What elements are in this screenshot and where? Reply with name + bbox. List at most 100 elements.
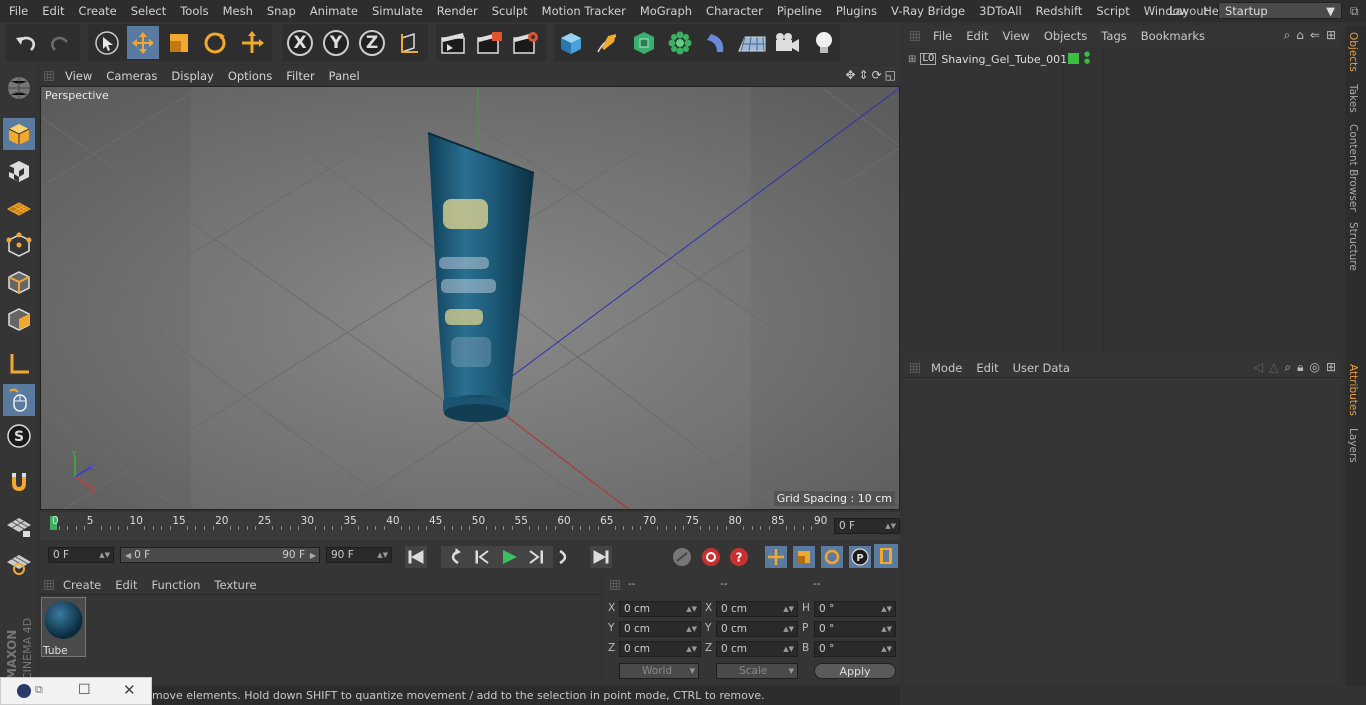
pan-view-icon[interactable]: ✥: [845, 68, 855, 82]
panel-gripper[interactable]: [910, 363, 920, 373]
material-menu-create[interactable]: Create: [56, 578, 108, 592]
panel-gripper[interactable]: [44, 71, 54, 81]
menu-mograph[interactable]: MoGraph: [633, 4, 699, 18]
coord-pos-z-field[interactable]: 0 cm ▲▼: [619, 641, 701, 657]
coord-pos-y-field[interactable]: 0 cm ▲▼: [619, 621, 701, 637]
back-arrow-icon[interactable]: ◁: [1254, 360, 1263, 375]
make-editable-button[interactable]: [3, 72, 35, 104]
attribute-menu-user-data[interactable]: User Data: [1006, 361, 1077, 375]
object-menu-file[interactable]: File: [926, 29, 959, 43]
coord-mode-world-dropdown[interactable]: World ▼: [619, 663, 699, 679]
viewport-menu-filter[interactable]: Filter: [279, 69, 321, 83]
live-selection-button[interactable]: [91, 26, 123, 59]
up-arrow-icon[interactable]: △: [1269, 360, 1278, 375]
object-menu-edit[interactable]: Edit: [959, 29, 995, 43]
menu-render[interactable]: Render: [430, 4, 485, 18]
render-picture-viewer-button[interactable]: [473, 26, 505, 59]
transform-tool-button[interactable]: [236, 26, 268, 59]
material-swatch-tube[interactable]: Tube: [41, 597, 86, 657]
axis-x-button[interactable]: X: [284, 26, 316, 59]
maximize-view-icon[interactable]: ◱: [885, 68, 896, 82]
tab-structure[interactable]: Structure: [1347, 222, 1359, 271]
material-menu-function[interactable]: Function: [145, 578, 208, 592]
new-window-icon[interactable]: ⊞: [1326, 360, 1336, 375]
menu-vray-bridge[interactable]: V-Ray Bridge: [884, 4, 972, 18]
render-settings-button[interactable]: [509, 26, 541, 59]
viewport-menu-view[interactable]: View: [58, 69, 99, 83]
planar-workplane-button[interactable]: [3, 547, 35, 579]
layout-dropdown[interactable]: Startup ▼: [1218, 2, 1342, 19]
menu-select[interactable]: Select: [124, 4, 173, 18]
current-frame-field[interactable]: 0 F ▲▼: [834, 518, 900, 534]
cloner-button[interactable]: [664, 26, 696, 59]
coord-size-y-field[interactable]: 0 cm ▲▼: [716, 621, 798, 637]
edges-mode-button[interactable]: [3, 266, 35, 298]
menu-file[interactable]: File: [2, 4, 35, 18]
texture-mode-button[interactable]: [3, 155, 35, 187]
search-icon[interactable]: ⌕: [1284, 360, 1291, 375]
end-frame-field[interactable]: 90 F ▲▼: [326, 547, 392, 563]
material-menu-texture[interactable]: Texture: [207, 578, 263, 592]
viewport-perspective[interactable]: Y Z X Perspective Grid Spacing : 10 cm: [40, 86, 900, 510]
maximize-icon[interactable]: ☐: [78, 682, 91, 698]
floor-button[interactable]: [736, 26, 768, 59]
viewport-menu-options[interactable]: Options: [221, 69, 279, 83]
material-menu-edit[interactable]: Edit: [108, 578, 144, 592]
search-icon[interactable]: ⌕: [1284, 28, 1291, 43]
target-icon[interactable]: ◎: [1309, 360, 1319, 375]
menu-mesh[interactable]: Mesh: [216, 4, 260, 18]
viewport-menu-panel[interactable]: Panel: [322, 69, 367, 83]
points-mode-button[interactable]: [3, 229, 35, 261]
rotate-tool-button[interactable]: [199, 26, 231, 59]
menu-pipeline[interactable]: Pipeline: [770, 4, 829, 18]
timeline-ruler[interactable]: 0 5 10 15 20 25 30 35 40 45 50 55 60 65 70 75 80 85 90 0 F…: [40, 512, 900, 540]
coord-pos-x-field[interactable]: 0 cm ▲▼: [619, 601, 701, 617]
panel-gripper[interactable]: [610, 580, 620, 590]
menu-edit[interactable]: Edit: [35, 4, 71, 18]
menu-character[interactable]: Character: [699, 4, 770, 18]
cinema4d-app-icon[interactable]: [17, 684, 31, 698]
subdivision-button[interactable]: [628, 26, 660, 59]
layer-color-icon[interactable]: [1068, 53, 1079, 64]
axis-y-button[interactable]: Y: [320, 26, 352, 59]
dolly-view-icon[interactable]: ⇕: [859, 68, 869, 82]
axis-z-button[interactable]: Z: [356, 26, 388, 59]
tab-objects[interactable]: Objects: [1347, 32, 1359, 72]
apply-button[interactable]: Apply: [814, 663, 896, 679]
timeline-track[interactable]: 0 5 10 15 20 25 30 35 40 45 50 55 60 65 70 75 80 85 90: [50, 515, 827, 530]
coord-mode-scale-dropdown[interactable]: Scale ▼: [716, 663, 798, 679]
workplane-mode-button[interactable]: [3, 192, 35, 224]
frame-range-slider[interactable]: ◀ 0 F 90 F ▶: [120, 547, 320, 563]
menu-sculpt[interactable]: Sculpt: [485, 4, 535, 18]
lock-icon[interactable]: 🔒︎: [1297, 360, 1303, 375]
attribute-menu-mode[interactable]: Mode: [924, 361, 969, 375]
object-menu-bookmarks[interactable]: Bookmarks: [1134, 29, 1212, 43]
object-menu-tags[interactable]: Tags: [1094, 29, 1133, 43]
enable-axis-button[interactable]: [3, 348, 35, 380]
visibility-dots-icon[interactable]: ● ●: [1084, 51, 1090, 65]
tab-takes[interactable]: Takes: [1347, 84, 1359, 113]
coord-rot-b-field[interactable]: 0 ° ▲▼: [814, 641, 896, 657]
panel-gripper[interactable]: [910, 31, 920, 41]
menu-simulate[interactable]: Simulate: [365, 4, 430, 18]
pen-spline-button[interactable]: [591, 26, 623, 59]
model-mode-button[interactable]: [3, 118, 35, 150]
polygons-mode-button[interactable]: [3, 303, 35, 335]
coord-rot-h-field[interactable]: 0 ° ▲▼: [814, 601, 896, 617]
range-right-arrow-icon[interactable]: ▶: [310, 551, 316, 560]
coord-size-x-field[interactable]: 0 cm ▲▼: [716, 601, 798, 617]
panel-gripper[interactable]: [44, 580, 54, 590]
render-view-button[interactable]: [437, 26, 469, 59]
rotate-view-icon[interactable]: ⟳: [872, 68, 882, 82]
coord-rot-p-field[interactable]: 0 ° ▲▼: [814, 621, 896, 637]
attribute-menu-edit[interactable]: Edit: [969, 361, 1005, 375]
expand-plus-icon[interactable]: ⊞: [908, 54, 916, 65]
window-menu-icon[interactable]: ⧉: [1350, 4, 1359, 19]
redo-button[interactable]: [45, 26, 77, 59]
undo-button[interactable]: [9, 26, 41, 59]
menu-snap[interactable]: Snap: [260, 4, 303, 18]
locked-workplane-button[interactable]: [3, 510, 35, 542]
tweak-mode-button[interactable]: [3, 384, 35, 416]
menu-animate[interactable]: Animate: [303, 4, 365, 18]
menu-create[interactable]: Create: [72, 4, 124, 18]
